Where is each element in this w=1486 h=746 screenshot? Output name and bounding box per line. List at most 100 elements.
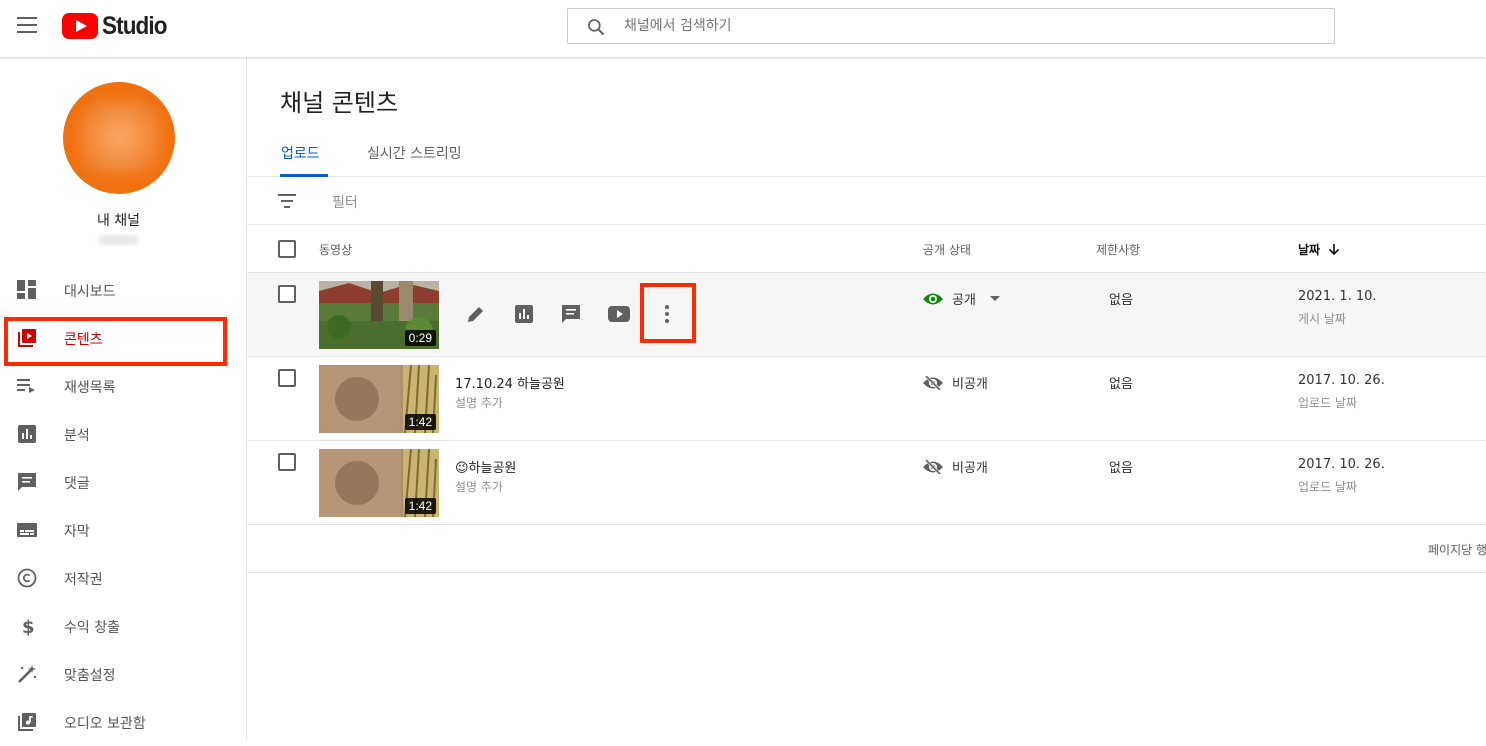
sidebar-item-content[interactable]: 콘텐츠	[0, 314, 246, 366]
svg-text:$: $	[22, 617, 35, 636]
video-description[interactable]: 설명 추가	[455, 394, 503, 411]
arrow-down-icon	[1329, 244, 1340, 256]
analytics-icon	[515, 305, 533, 323]
pencil-icon	[468, 307, 483, 322]
sidebar-item-monetization[interactable]: $ 수익 창출	[0, 602, 246, 650]
date-label: 업로드 날짜	[1298, 480, 1358, 494]
sidebar-item-label: 대시보드	[64, 284, 116, 300]
video-thumbnail[interactable]: 1:42	[319, 449, 439, 517]
row-checkbox[interactable]	[278, 285, 296, 303]
sidebar-item-copyright[interactable]: 저작권	[0, 554, 246, 602]
sidebar-item-label: 재생목록	[64, 380, 116, 396]
video-title[interactable]: 😉하늘공원	[455, 457, 516, 476]
youtube-play-icon	[608, 306, 630, 322]
visibility-label: 비공개	[952, 461, 988, 476]
video-title[interactable]: 17.10.24 하늘공원	[455, 373, 565, 392]
column-date-label: 날짜	[1298, 243, 1321, 257]
column-video: 동영상	[319, 243, 353, 257]
sidebar-item-dashboard[interactable]: 대시보드	[0, 266, 246, 314]
view-on-youtube-button[interactable]	[604, 299, 634, 329]
subtitles-icon	[17, 523, 37, 537]
restrictions-value: 없음	[1109, 377, 1133, 392]
page-title: 채널 콘텐츠	[280, 89, 399, 117]
sidebar-item-label: 분석	[64, 428, 90, 444]
menu-icon[interactable]	[17, 17, 37, 33]
search-box[interactable]	[567, 8, 1335, 44]
highlight-box	[640, 283, 696, 343]
channel-avatar[interactable]	[63, 82, 175, 194]
studio-logo[interactable]: Studio	[62, 12, 174, 40]
eye-off-icon	[923, 459, 943, 474]
sidebar-item-audio-library[interactable]: 오디오 보관함	[0, 698, 246, 746]
table-row[interactable]: 0:29 공개 없음 2021. 1. 10. 게시 날짜	[247, 273, 1486, 357]
analytics-icon	[18, 425, 36, 443]
video-duration: 1:42	[404, 498, 436, 514]
date-value: 2017. 10. 26.	[1298, 373, 1385, 388]
sidebar-item-label: 저작권	[64, 572, 103, 588]
channel-name: 내 채널	[96, 213, 141, 229]
video-duration: 1:42	[404, 414, 436, 430]
main-content: 채널 콘텐츠 업로드 실시간 스트리밍 필터 동영상 공개 상태 제한사항 날짜	[247, 57, 1486, 740]
rows-per-page-label: 페이지당 행	[1428, 543, 1486, 557]
restrictions-value: 없음	[1109, 461, 1133, 476]
visibility-label: 비공개	[952, 377, 988, 392]
row-checkbox[interactable]	[278, 453, 296, 471]
video-thumbnail[interactable]: 0:29	[319, 281, 439, 349]
edit-button[interactable]	[461, 299, 491, 329]
date-label: 게시 날짜	[1298, 312, 1346, 326]
search-input[interactable]	[624, 9, 1304, 43]
sidebar-nav: 대시보드 콘텐츠 재생목록 분석 댓글 자막 저작권 $ 수익 창출 맞춤설정 …	[0, 266, 246, 746]
highlight-box	[4, 317, 227, 366]
visibility-status[interactable]: 비공개	[923, 373, 988, 392]
column-restrictions[interactable]: 제한사항	[1096, 241, 1140, 258]
analytics-button[interactable]	[509, 299, 539, 329]
visibility-label: 공개	[952, 293, 976, 308]
sidebar-item-label: 맞춤설정	[64, 668, 116, 684]
visibility-status[interactable]: 비공개	[923, 457, 988, 476]
search-icon[interactable]	[586, 17, 606, 37]
column-visibility[interactable]: 공개 상태	[923, 241, 971, 258]
sidebar-item-label: 콘텐츠	[64, 332, 103, 348]
tab-live-streaming[interactable]: 실시간 스트리밍	[367, 143, 462, 163]
sidebar-item-analytics[interactable]: 분석	[0, 410, 246, 458]
table-row[interactable]: 1:42 😉하늘공원 설명 추가 비공개 없음 2017. 10. 26. 업로…	[247, 441, 1486, 525]
restrictions-value: 없음	[1109, 293, 1133, 308]
table-row[interactable]: 1:42 17.10.24 하늘공원 설명 추가 비공개 없음 2017. 10…	[247, 357, 1486, 441]
content-icon	[18, 329, 36, 347]
table-header: 동영상 공개 상태 제한사항 날짜	[247, 225, 1486, 273]
comments-button[interactable]	[556, 299, 586, 329]
tab-uploads[interactable]: 업로드	[281, 143, 320, 163]
top-bar: Studio	[0, 0, 1486, 57]
table-footer: 페이지당 행	[247, 525, 1486, 573]
date-value: 2021. 1. 10.	[1298, 289, 1377, 304]
filter-icon[interactable]	[278, 194, 296, 208]
copyright-icon	[17, 568, 37, 588]
comments-icon	[562, 305, 580, 323]
sidebar-item-comments[interactable]: 댓글	[0, 458, 246, 506]
date-value: 2017. 10. 26.	[1298, 457, 1385, 472]
select-all-checkbox[interactable]	[278, 240, 296, 258]
video-thumbnail[interactable]: 1:42	[319, 365, 439, 433]
tab-bar: 업로드 실시간 스트리밍	[247, 135, 1486, 177]
sidebar-item-label: 댓글	[64, 476, 90, 492]
youtube-play-icon	[62, 13, 98, 39]
sidebar-item-subtitles[interactable]: 자막	[0, 506, 246, 554]
dashboard-icon	[17, 280, 36, 299]
audio-library-icon	[18, 713, 36, 731]
video-description[interactable]: 설명 추가	[455, 478, 503, 495]
sidebar-item-playlists[interactable]: 재생목록	[0, 362, 246, 410]
row-checkbox[interactable]	[278, 369, 296, 387]
visibility-status[interactable]: 공개	[923, 289, 1000, 308]
playlist-icon	[17, 379, 35, 393]
sidebar-item-label: 수익 창출	[64, 620, 120, 636]
column-date[interactable]: 날짜	[1298, 241, 1340, 258]
sidebar-item-customization[interactable]: 맞춤설정	[0, 650, 246, 698]
channel-subtitle-blurred	[98, 235, 138, 245]
video-duration: 0:29	[404, 330, 436, 346]
monetization-icon: $	[22, 617, 35, 636]
eye-off-icon	[923, 375, 943, 390]
filter-input[interactable]: 필터	[332, 192, 358, 212]
chevron-down-icon[interactable]	[989, 296, 1000, 301]
eye-icon	[923, 293, 943, 304]
comments-icon	[18, 473, 36, 491]
